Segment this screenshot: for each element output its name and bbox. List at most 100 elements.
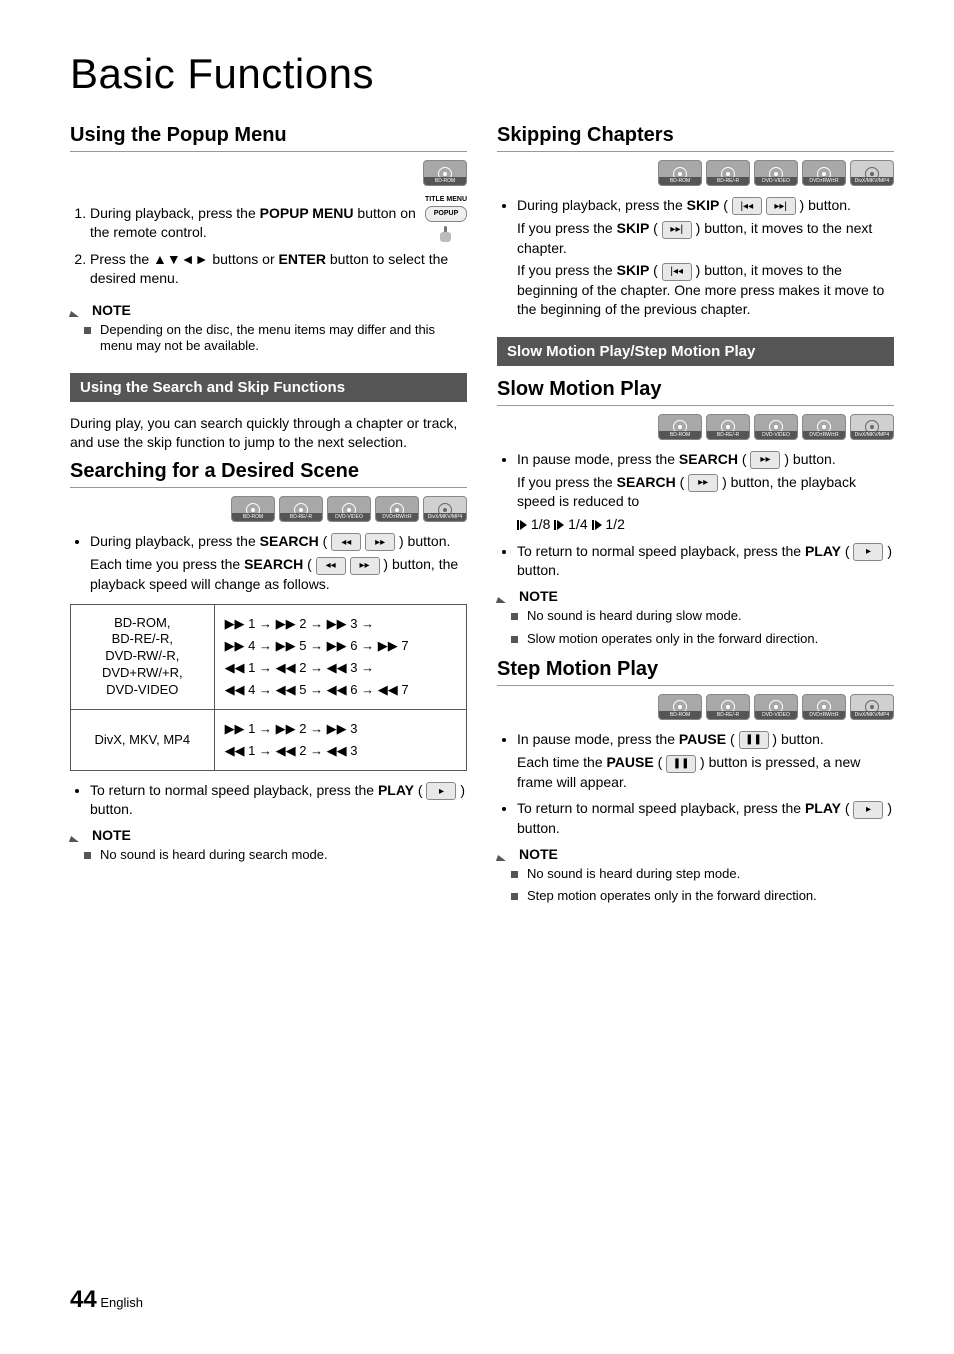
remote-popup-button: POPUP	[425, 206, 467, 222]
bullet-bold: SEARCH	[679, 451, 738, 467]
left-column: Using the Popup Menu BD-ROM TITLE MENU P…	[70, 124, 467, 915]
bullet-sub: If you press the SEARCH ( ▸▸ ) button, t…	[517, 473, 894, 511]
searching-bullets: During playback, press the SEARCH ( ◂◂ ▸…	[70, 532, 467, 593]
note-item: Depending on the disc, the menu items ma…	[100, 322, 467, 356]
disc-badge: DivX/MKV/MP4	[850, 160, 894, 186]
note-icon	[497, 589, 513, 603]
sub-bold: SKIP	[617, 262, 650, 278]
speed-table: BD-ROM, BD-RE/-R, DVD-RW/-R, DVD+RW/+R, …	[70, 604, 467, 772]
sub-bold: PAUSE	[607, 754, 654, 770]
searching-return-bullets: To return to normal speed playback, pres…	[70, 781, 467, 819]
note-item: Step motion operates only in the forward…	[527, 888, 894, 905]
disc-badge: BD-ROM	[231, 496, 275, 522]
speed-value: 1/8	[531, 516, 550, 532]
play-button-icon: ▸	[853, 801, 883, 819]
disc-badge: BD-RE/-R	[706, 160, 750, 186]
skip-forward-button-icon: ▸▸|	[662, 221, 692, 239]
note-heading: NOTE	[70, 302, 467, 318]
bullet-bold: PLAY	[805, 543, 841, 559]
note-item: No sound is heard during slow mode.	[527, 608, 894, 625]
bullet-text: button.	[804, 197, 851, 213]
disc-badge: DVD±RW/±R	[802, 694, 846, 720]
step-play-icon	[517, 516, 527, 532]
page-number: 44	[70, 1286, 97, 1313]
sub-bold: SEARCH	[244, 556, 303, 572]
rewind-button-icon: ◂◂	[316, 557, 346, 575]
remote-graphic: TITLE MENU POPUP	[425, 196, 467, 244]
speed-row-sequence: ▶▶ 1 → ▶▶ 2 → ▶▶ 3 ◀◀ 1 → ◀◀ 2 → ◀◀ 3	[214, 709, 466, 770]
bullet-sub: If you press the SKIP ( ▸▸| ) button, it…	[517, 219, 894, 257]
note-list: No sound is heard during step mode. Step…	[497, 866, 894, 906]
sub-text: If you press the	[517, 262, 617, 278]
disc-badge: DVD-VIDEO	[754, 694, 798, 720]
bullet-text: button.	[789, 451, 836, 467]
note-item: No sound is heard during search mode.	[100, 847, 467, 864]
bullet-bold: SKIP	[687, 197, 720, 213]
disc-badge: DVD-VIDEO	[327, 496, 371, 522]
step-text: During playback, press the	[90, 205, 260, 221]
bullet-text: To return to normal speed playback, pres…	[517, 543, 805, 559]
note-label: NOTE	[92, 302, 131, 318]
popup-step-2: Press the ▲▼◄► buttons or ENTER button t…	[90, 250, 467, 288]
slow-bullets: In pause mode, press the SEARCH ( ▸▸ ) b…	[497, 450, 894, 581]
hand-cursor-icon	[436, 226, 456, 244]
note-list: No sound is heard during slow mode. Slow…	[497, 608, 894, 648]
page-language: English	[100, 1295, 143, 1310]
search-intro: During play, you can search quickly thro…	[70, 414, 467, 452]
bullet-text: button.	[90, 801, 133, 817]
bullet-text: In pause mode, press the	[517, 451, 679, 467]
step-bullets: In pause mode, press the PAUSE ( ❚❚ ) bu…	[497, 730, 894, 838]
sub-text: If you press the	[517, 474, 617, 490]
disc-badge: DVD±RW/±R	[802, 414, 846, 440]
bullet-item: In pause mode, press the SEARCH ( ▸▸ ) b…	[517, 450, 894, 534]
bullet-text: button.	[517, 562, 560, 578]
note-item: Slow motion operates only in the forward…	[527, 631, 894, 648]
bullet-text: button.	[517, 820, 560, 836]
bullet-text: button.	[777, 731, 824, 747]
note-icon	[497, 847, 513, 861]
note-label: NOTE	[519, 588, 558, 604]
disc-badge: DVD±RW/±R	[375, 496, 419, 522]
note-icon	[70, 303, 86, 317]
slow-step-bar: Slow Motion Play/Step Motion Play	[497, 337, 894, 366]
speed-row-label: DivX, MKV, MP4	[71, 709, 215, 770]
bullet-item: To return to normal speed playback, pres…	[90, 781, 467, 819]
note-list: Depending on the disc, the menu items ma…	[70, 322, 467, 356]
bullet-sub: If you press the SKIP ( |◂◂ ) button, it…	[517, 261, 894, 318]
bullet-bold: PLAY	[378, 782, 414, 798]
skip-back-button-icon: |◂◂	[662, 263, 692, 281]
popup-menu-heading: Using the Popup Menu	[70, 124, 467, 152]
disc-badge: DivX/MKV/MP4	[423, 496, 467, 522]
note-heading: NOTE	[70, 827, 467, 843]
slow-heading: Slow Motion Play	[497, 378, 894, 406]
bullet-text: During playback, press the	[90, 533, 260, 549]
rewind-button-icon: ◂◂	[331, 533, 361, 551]
fast-forward-button-icon: ▸▸	[688, 474, 718, 492]
page-title: Basic Functions	[70, 50, 894, 98]
table-row: DivX, MKV, MP4 ▶▶ 1 → ▶▶ 2 → ▶▶ 3 ◀◀ 1 →…	[71, 709, 467, 770]
page-footer: 44 English	[70, 1286, 143, 1314]
note-list: No sound is heard during search mode.	[70, 847, 467, 864]
step-bold: POPUP MENU	[260, 205, 354, 221]
speed-value: 1/2	[605, 516, 624, 532]
bullet-bold: PLAY	[805, 800, 841, 816]
right-column: Skipping Chapters BD-ROM BD-RE/-R DVD-VI…	[497, 124, 894, 915]
step-bold: ENTER	[279, 251, 326, 267]
speed-row-label: BD-ROM, BD-RE/-R, DVD-RW/-R, DVD+RW/+R, …	[71, 604, 215, 709]
speed-row-sequence: ▶▶ 1 → ▶▶ 2 → ▶▶ 3 → ▶▶ 4 → ▶▶ 5 → ▶▶ 6 …	[214, 604, 466, 709]
disc-badge-bd-rom: BD-ROM	[423, 160, 467, 186]
skip-heading: Skipping Chapters	[497, 124, 894, 152]
note-label: NOTE	[519, 846, 558, 862]
skip-bullets: During playback, press the SKIP ( |◂◂ ▸▸…	[497, 196, 894, 319]
note-icon	[70, 828, 86, 842]
slow-speeds: 1/8 1/4 1/2	[517, 515, 894, 534]
bullet-text: button.	[404, 533, 451, 549]
popup-steps-list: During playback, press the POPUP MENU bu…	[70, 204, 467, 288]
sub-text: If you press the	[517, 220, 617, 236]
fast-forward-button-icon: ▸▸	[350, 557, 380, 575]
bullet-item: In pause mode, press the PAUSE ( ❚❚ ) bu…	[517, 730, 894, 791]
sub-text: Each time you press the	[90, 556, 244, 572]
disc-badge: BD-RE/-R	[279, 496, 323, 522]
step-play-icon	[554, 516, 564, 532]
popup-step-1: During playback, press the POPUP MENU bu…	[90, 204, 467, 242]
